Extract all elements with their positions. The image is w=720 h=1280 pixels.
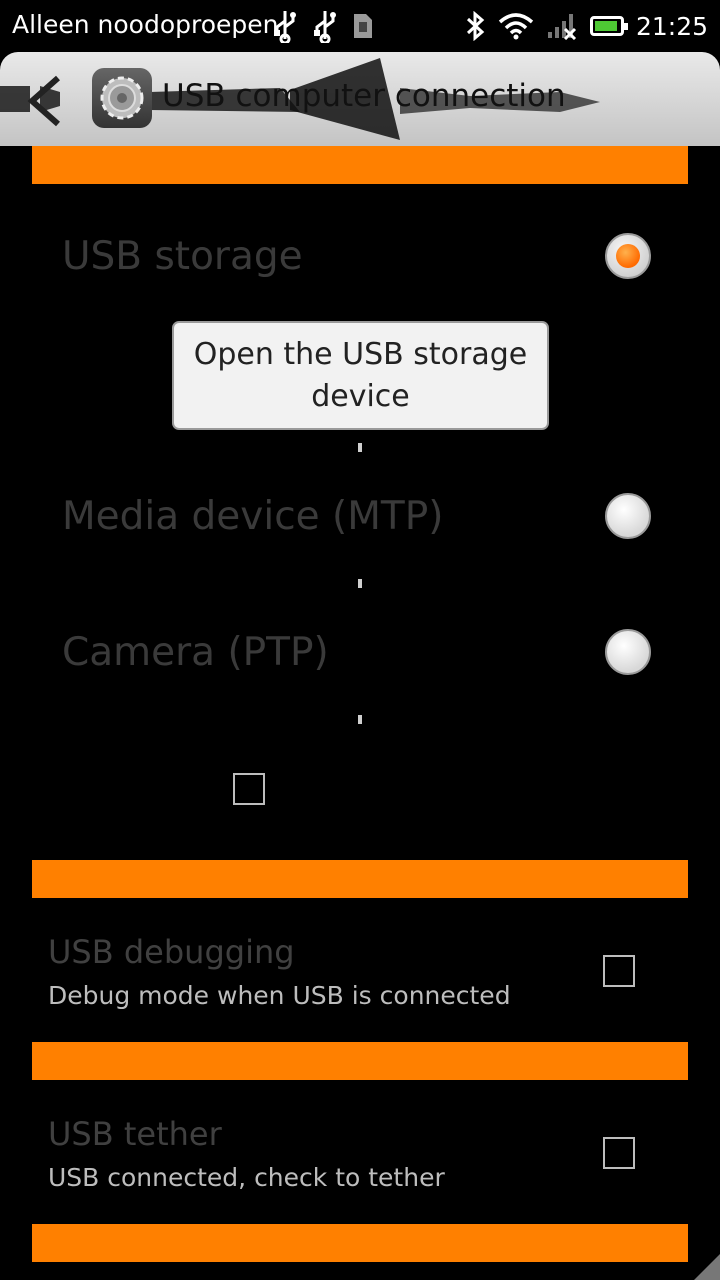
bluetooth-icon [466, 11, 485, 41]
settings-app-icon [92, 68, 152, 128]
radio-button-usb-storage[interactable] [605, 233, 651, 279]
clock: 21:25 [635, 11, 708, 41]
usb-debugging-checkbox[interactable] [603, 955, 635, 987]
tooltip: Open the USB storage device [172, 321, 549, 430]
title-bar: USB computer connection [0, 52, 720, 146]
pref-title: USB tether [48, 1115, 222, 1153]
resize-corner-icon [694, 1254, 720, 1280]
pref-summary: Debug mode when USB is connected [48, 981, 511, 1010]
option-label: Media device (MTP) [62, 494, 444, 539]
pref-title: USB debugging [48, 933, 295, 971]
separator-tick [358, 715, 362, 724]
wifi-icon [498, 13, 534, 40]
usb-tether-checkbox[interactable] [603, 1137, 635, 1169]
section-divider [32, 1224, 688, 1262]
usb-icon [314, 11, 336, 43]
gear-icon [100, 76, 144, 120]
checkbox[interactable] [233, 773, 265, 805]
separator-tick [358, 579, 362, 588]
notification-icons [272, 8, 374, 44]
sim-icon [354, 14, 372, 38]
signal-icon [547, 14, 577, 40]
status-bar: Alleen noodoproepen 21:25 [0, 0, 720, 52]
pref-summary: USB connected, check to tether [48, 1163, 445, 1192]
radio-button-media-device[interactable] [605, 493, 651, 539]
radio-button-camera[interactable] [605, 629, 651, 675]
separator-tick [358, 443, 362, 452]
system-icons: 21:25 [464, 8, 708, 44]
usb-icon [274, 11, 296, 43]
battery-level [594, 21, 617, 31]
option-label: USB storage [62, 234, 303, 279]
section-divider [32, 1042, 688, 1080]
section-divider [32, 860, 688, 898]
carrier-label: Alleen noodoproepen [12, 10, 279, 39]
option-label: Camera (PTP) [62, 630, 329, 675]
radio-selected-dot [616, 244, 640, 268]
section-divider [32, 146, 688, 184]
back-chevron-icon[interactable] [24, 74, 64, 128]
battery-icon [589, 16, 628, 36]
page-title: USB computer connection [162, 78, 566, 114]
